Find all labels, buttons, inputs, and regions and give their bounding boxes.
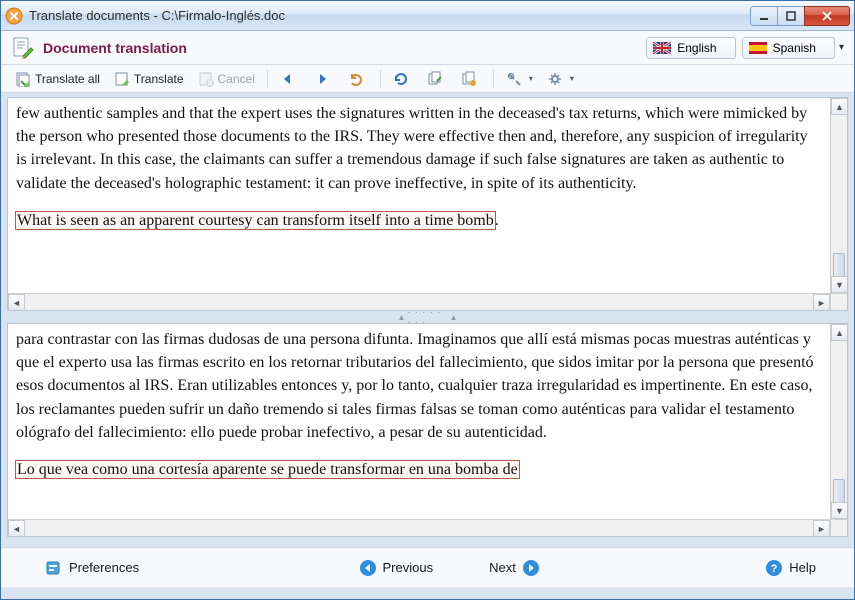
next-button[interactable]: Next — [481, 555, 554, 581]
scroll-right-button[interactable]: ► — [813, 520, 830, 537]
target-language-label: Spanish — [773, 41, 816, 55]
page-title: Document translation — [43, 40, 640, 56]
target-paragraph-highlighted: Lo que vea como una cortesía aparente se… — [16, 458, 822, 481]
source-language-label: English — [677, 41, 716, 55]
separator — [380, 70, 381, 88]
copy-target-button[interactable] — [455, 68, 487, 90]
scroll-up-button[interactable]: ▲ — [831, 98, 848, 115]
refresh-icon — [393, 71, 409, 87]
next-label: Next — [489, 560, 516, 575]
spain-flag-icon — [749, 42, 767, 54]
gear-icon — [547, 71, 563, 87]
titlebar: Translate documents - C:\Firmalo-Inglés.… — [1, 1, 854, 31]
window-controls — [751, 6, 850, 26]
pane-splitter[interactable]: ▲· · · · · · · ·▲ — [7, 311, 848, 323]
source-text-pane: few authentic samples and that the exper… — [7, 97, 848, 311]
chevron-down-icon: ▾ — [570, 74, 574, 83]
target-paragraph: para contrastar con las firmas dudosas d… — [16, 328, 822, 444]
arrow-right-icon — [314, 71, 330, 87]
preferences-button[interactable]: Preferences — [31, 555, 147, 581]
target-text-body[interactable]: para contrastar con las firmas dudosas d… — [8, 324, 830, 519]
horizontal-scrollbar[interactable]: ◄ ► — [8, 519, 830, 536]
uk-flag-icon — [653, 42, 671, 54]
translate-all-label: Translate all — [35, 72, 100, 86]
forward-button[interactable] — [308, 68, 340, 90]
footer: Preferences Previous Next ? Help — [1, 547, 854, 587]
copy-target-icon — [461, 71, 477, 87]
arrow-left-icon — [280, 71, 296, 87]
content-area: few authentic samples and that the exper… — [1, 93, 854, 547]
highlighted-segment: Lo que vea como una cortesía aparente se… — [16, 461, 519, 478]
help-label: Help — [789, 560, 816, 575]
window-title: Translate documents - C:\Firmalo-Inglés.… — [29, 8, 751, 23]
svg-text:?: ? — [771, 563, 778, 575]
header: Document translation English Spanish ▾ — [1, 31, 854, 65]
arrow-left-circle-icon — [359, 559, 377, 577]
horizontal-scrollbar[interactable]: ◄ ► — [8, 293, 830, 310]
highlighted-segment: What is seen as an apparent courtesy can… — [16, 212, 495, 229]
vertical-scrollbar[interactable]: ▲ ▼ — [830, 98, 847, 293]
undo-icon — [348, 71, 364, 87]
tools-dropdown[interactable]: ▾ — [500, 68, 539, 90]
maximize-button[interactable] — [777, 6, 805, 26]
translate-all-button[interactable]: Translate all — [9, 68, 106, 90]
preferences-icon — [45, 559, 63, 577]
cancel-button: Cancel — [192, 68, 261, 90]
target-language-selector[interactable]: Spanish — [742, 37, 835, 59]
cancel-icon — [198, 71, 214, 87]
translate-label: Translate — [134, 72, 184, 86]
undo-button[interactable] — [342, 68, 374, 90]
app-icon — [5, 7, 23, 25]
translate-button[interactable]: Translate — [108, 68, 190, 90]
vertical-scrollbar[interactable]: ▲ ▼ — [830, 324, 847, 519]
scroll-left-button[interactable]: ◄ — [8, 294, 25, 311]
previous-label: Previous — [383, 560, 434, 575]
source-language-selector[interactable]: English — [646, 37, 735, 59]
tools-icon — [506, 71, 522, 87]
scroll-down-button[interactable]: ▼ — [831, 276, 848, 293]
preferences-label: Preferences — [69, 560, 139, 575]
toolbar: Translate all Translate Cancel ▾ ▾ — [1, 65, 854, 93]
help-button[interactable]: ? Help — [751, 555, 824, 581]
document-edit-icon — [11, 36, 35, 60]
chevron-down-icon: ▾ — [529, 74, 533, 83]
arrow-right-circle-icon — [522, 559, 540, 577]
copy-source-icon — [427, 71, 443, 87]
separator — [267, 70, 268, 88]
language-dropdown-caret[interactable]: ▾ — [839, 42, 844, 53]
settings-dropdown[interactable]: ▾ — [541, 68, 580, 90]
scroll-down-button[interactable]: ▼ — [831, 502, 848, 519]
previous-button[interactable]: Previous — [345, 555, 442, 581]
help-icon: ? — [765, 559, 783, 577]
separator — [493, 70, 494, 88]
copy-source-button[interactable] — [421, 68, 453, 90]
source-paragraph: few authentic samples and that the exper… — [16, 102, 822, 195]
translate-all-icon — [15, 71, 31, 87]
scroll-left-button[interactable]: ◄ — [8, 520, 25, 537]
scroll-corner — [830, 519, 847, 536]
source-text-body[interactable]: few authentic samples and that the exper… — [8, 98, 830, 293]
cancel-label: Cancel — [218, 72, 255, 86]
refresh-button[interactable] — [387, 68, 419, 90]
source-paragraph-highlighted: What is seen as an apparent courtesy can… — [16, 209, 822, 232]
scroll-corner — [830, 293, 847, 310]
target-text-pane: para contrastar con las firmas dudosas d… — [7, 323, 848, 537]
back-button[interactable] — [274, 68, 306, 90]
close-button[interactable] — [804, 6, 850, 26]
splitter-grip: ▲· · · · · · · ·▲ — [398, 314, 458, 320]
scroll-up-button[interactable]: ▲ — [831, 324, 848, 341]
scroll-right-button[interactable]: ► — [813, 294, 830, 311]
minimize-button[interactable] — [750, 6, 778, 26]
translate-icon — [114, 71, 130, 87]
